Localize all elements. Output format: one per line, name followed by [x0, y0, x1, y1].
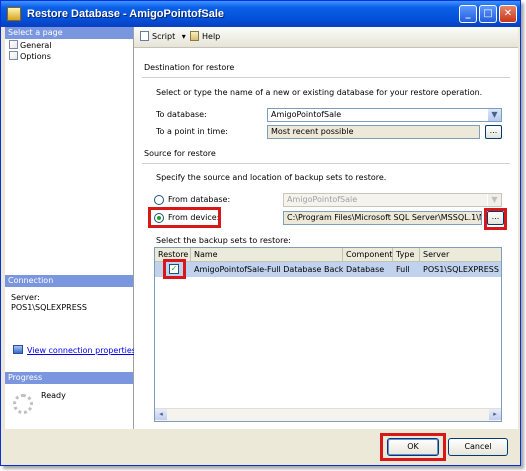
browse-highlight	[484, 208, 507, 230]
column-header-name[interactable]: Name	[191, 248, 343, 261]
page-icon	[9, 51, 18, 60]
server-value: POS1\SQLEXPRESS	[11, 303, 87, 312]
database-icon	[7, 7, 21, 21]
from-database-radio[interactable]	[154, 195, 164, 205]
backup-component-cell: Database	[346, 265, 385, 274]
progress-spinner-icon	[13, 394, 33, 414]
script-label: Script	[152, 32, 176, 41]
divider	[142, 163, 510, 164]
dialog-footer: OK Cancel	[5, 430, 518, 464]
view-connection-properties-link[interactable]: View connection properties	[13, 345, 136, 355]
page-item-label: Options	[20, 52, 51, 61]
table-row[interactable]: ✓ AmigoPointofSale-Full Database Backup …	[155, 262, 501, 277]
from-device-field[interactable]: C:\Program Files\Microsoft SQL Server\MS…	[283, 211, 482, 225]
close-button[interactable]: ✕	[499, 5, 517, 23]
left-pane: Select a page General Options Connection…	[5, 27, 136, 429]
from-database-dropdown: AmigoPointofSale ▼	[283, 193, 502, 207]
progress-header: Progress	[5, 372, 133, 384]
connection-icon	[13, 345, 23, 354]
scroll-left-icon[interactable]: ◂	[155, 409, 167, 420]
help-button[interactable]: Help	[190, 30, 220, 44]
column-header-component[interactable]: Component	[343, 248, 393, 261]
title-bar[interactable]: Restore Database - AmigoPointofSale _ □ …	[1, 1, 520, 27]
to-database-dropdown[interactable]: AmigoPointofSale ▼	[267, 108, 502, 122]
to-database-label: To database:	[156, 110, 207, 119]
main-panel: Destination for restore Select or type t…	[134, 48, 518, 429]
backup-sets-grid: Restore Name Component Type Server ✓ Ami…	[154, 247, 502, 422]
destination-section-title: Destination for restore	[144, 63, 235, 72]
chevron-down-icon[interactable]: ▾	[182, 32, 186, 41]
backup-sets-label: Select the backup sets to restore:	[156, 236, 291, 245]
point-in-time-browse-button[interactable]: ...	[485, 125, 502, 139]
view-connection-label: View connection properties	[27, 346, 136, 355]
column-header-type[interactable]: Type	[393, 248, 420, 261]
page-item-general[interactable]: General	[9, 40, 52, 51]
window-title: Restore Database - AmigoPointofSale	[27, 8, 225, 20]
progress-status: Ready	[41, 391, 66, 400]
backup-type-cell: Full	[396, 265, 410, 274]
server-label: Server:	[11, 293, 40, 302]
connection-header: Connection	[5, 275, 133, 287]
cancel-button[interactable]: Cancel	[448, 438, 508, 456]
backup-server-cell: POS1\SQLEXPRESS	[423, 265, 499, 274]
chevron-down-icon: ▼	[487, 194, 501, 206]
scroll-right-icon[interactable]: ▸	[489, 409, 501, 420]
backup-name-cell: AmigoPointofSale-Full Database Backup	[194, 265, 343, 274]
page-item-options[interactable]: Options	[9, 51, 51, 62]
from-database-value: AmigoPointofSale	[287, 195, 358, 204]
page-icon	[9, 40, 18, 49]
column-header-server[interactable]: Server	[420, 248, 501, 261]
page-item-label: General	[20, 41, 52, 50]
restore-checkbox-highlight	[163, 259, 186, 279]
chevron-down-icon[interactable]: ▼	[487, 109, 501, 121]
to-database-value: AmigoPointofSale	[271, 110, 342, 119]
ok-highlight	[380, 433, 446, 461]
restore-database-window: Restore Database - AmigoPointofSale _ □ …	[0, 0, 521, 466]
divider	[142, 77, 510, 78]
help-icon	[190, 31, 199, 41]
minimize-button[interactable]: _	[459, 5, 477, 23]
toolbar: Script ▾ Help	[134, 27, 518, 48]
script-button[interactable]: Script ▾	[140, 30, 186, 44]
grid-header: Restore Name Component Type Server	[155, 248, 501, 262]
maximize-button[interactable]: □	[479, 5, 497, 23]
source-instruction: Specify the source and location of backu…	[156, 173, 387, 182]
source-section-title: Source for restore	[144, 149, 216, 158]
script-icon	[140, 31, 149, 41]
help-label: Help	[202, 32, 221, 41]
point-in-time-label: To a point in time:	[156, 127, 228, 136]
horizontal-scrollbar[interactable]: ◂ ▸	[155, 408, 501, 421]
select-page-header: Select a page	[5, 27, 133, 39]
point-in-time-field: Most recent possible	[267, 125, 480, 139]
destination-instruction: Select or type the name of a new or exis…	[156, 88, 483, 97]
from-database-label: From database:	[168, 195, 231, 204]
from-device-highlight	[148, 207, 221, 228]
